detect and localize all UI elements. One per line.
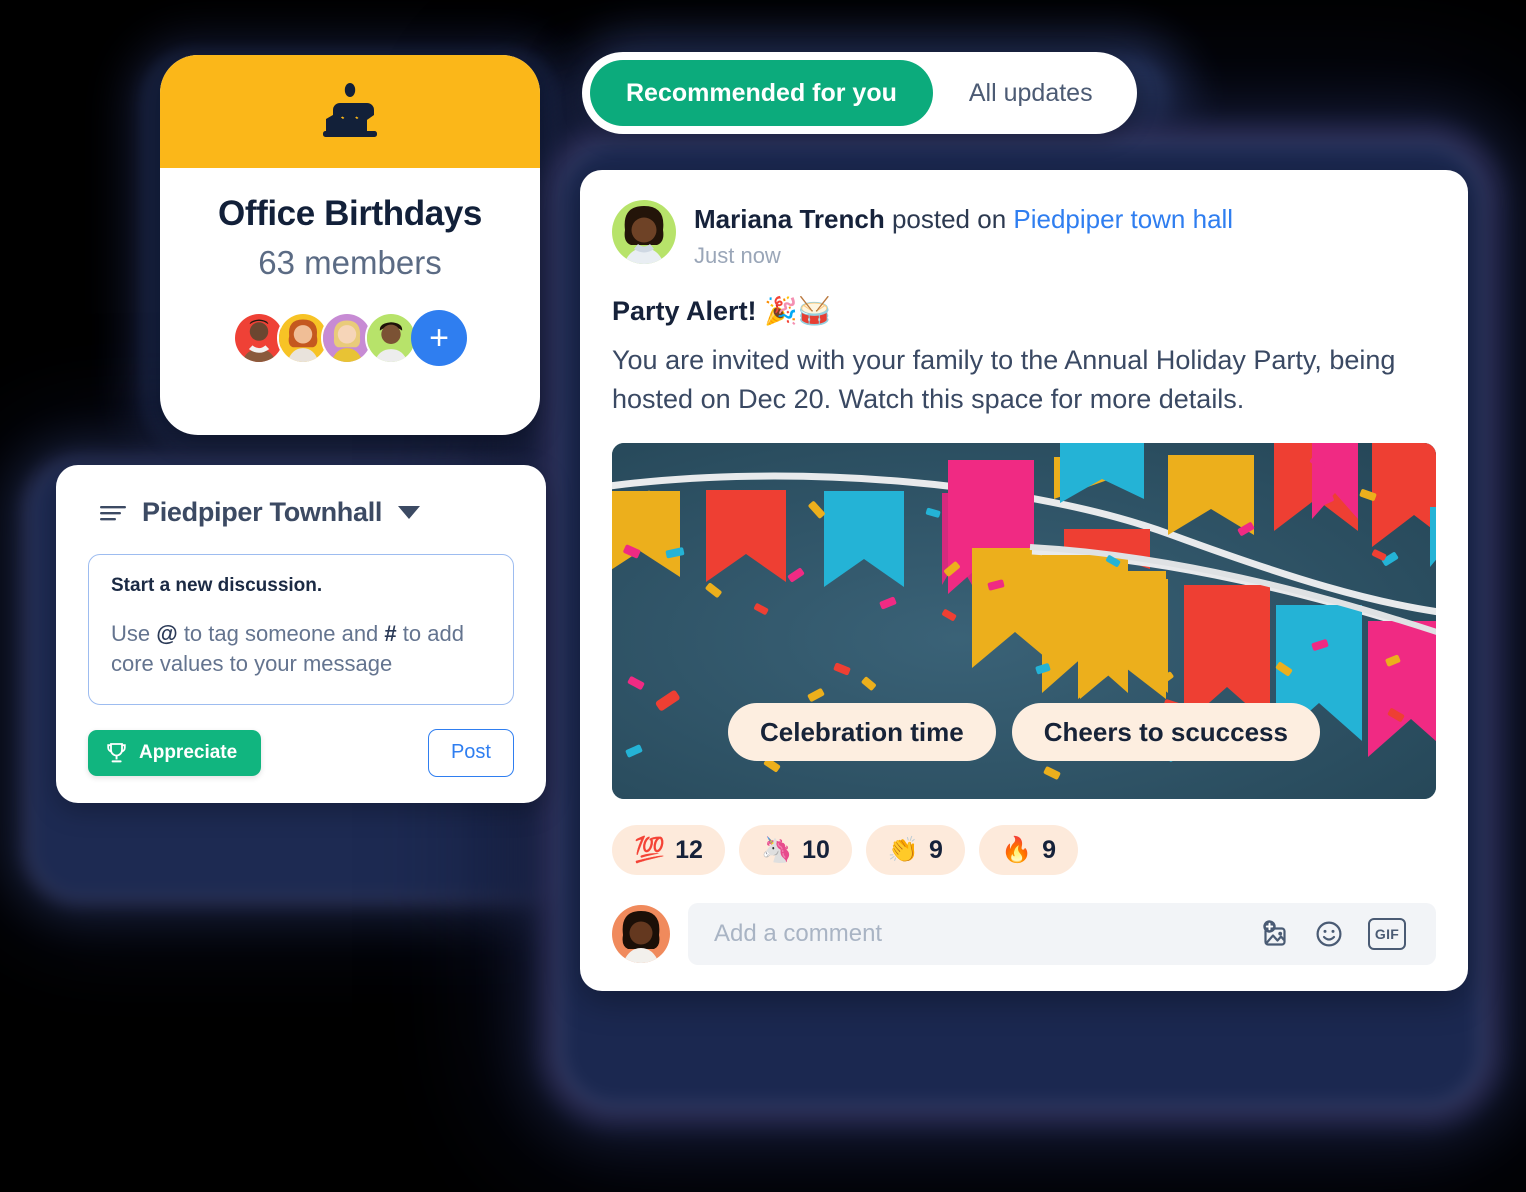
comment-placeholder: Add a comment (714, 920, 883, 948)
reaction-clap-emoji: 👏 (887, 835, 920, 864)
composer-header[interactable]: Piedpiper Townhall (56, 465, 546, 528)
banner-button-cheers-to-success[interactable]: Cheers to scuccess (1011, 703, 1320, 762)
chevron-down-icon[interactable] (398, 506, 421, 519)
post-reactions: 💯 12 🦄 10 👏 9 🔥 9 (580, 799, 1468, 876)
comment-input[interactable]: Add a comment GIF (688, 903, 1436, 966)
reaction-hundred-emoji: 💯 (634, 835, 666, 864)
post-meta: Mariana Trench posted on Piedpiper town … (694, 200, 1233, 269)
post-posted-on: posted on (884, 204, 1014, 234)
post-header: Mariana Trench posted on Piedpiper town … (580, 170, 1468, 269)
post-timestamp: Just now (694, 243, 781, 269)
current-user-avatar[interactable] (612, 905, 670, 964)
birthday-cake-icon (323, 82, 377, 137)
discussion-heading: Start a new discussion. (111, 575, 323, 596)
post-meta-line: Mariana Trench posted on Piedpiper town … (694, 200, 1233, 235)
discussion-hint: Use @ to tag someone and # to add core v… (111, 619, 491, 680)
birthday-member-avatars[interactable]: + (160, 310, 540, 366)
reaction-unicorn[interactable]: 🦄 10 (738, 825, 852, 876)
hamburger-icon[interactable] (100, 504, 126, 522)
discussion-input[interactable]: Start a new discussion. Use @ to tag som… (88, 554, 514, 705)
feed-tabs: Recommended for you All updates (582, 52, 1137, 134)
townhall-composer-card: Piedpiper Townhall Start a new discussio… (56, 465, 546, 803)
member-avatar-4[interactable] (365, 312, 417, 364)
banner-buttons: Celebration time Cheers to scuccess (612, 703, 1436, 762)
post-button[interactable]: Post (427, 728, 514, 777)
composer-title: Piedpiper Townhall (142, 497, 383, 527)
reaction-clap[interactable]: 👏 9 (865, 825, 965, 876)
reaction-unicorn-emoji: 🦄 (760, 835, 793, 864)
add-image-icon[interactable] (1260, 919, 1290, 949)
post-title: Party Alert! 🎉🥁 (612, 296, 832, 327)
reaction-clap-count: 9 (929, 835, 943, 864)
comment-composer: Add a comment GIF (580, 875, 1468, 975)
party-bunting-banner[interactable]: Celebration time Cheers to scuccess (612, 443, 1436, 800)
tab-recommended-for-you[interactable]: Recommended for you (590, 60, 933, 126)
emoji-icon[interactable] (1314, 919, 1344, 949)
reaction-hundred-count: 12 (675, 835, 703, 864)
banner-button-celebration-time[interactable]: Celebration time (728, 703, 996, 762)
composer-actions: Appreciate Post (56, 705, 546, 777)
reaction-unicorn-count: 10 (802, 835, 830, 864)
birthday-card-title: Office Birthdays (218, 194, 482, 233)
hint-prefix: Use (111, 621, 157, 646)
trophy-icon (107, 742, 126, 763)
hint-hash-token: # (384, 621, 397, 646)
office-birthdays-card[interactable]: Office Birthdays 63 members + (160, 55, 540, 435)
author-avatar[interactable] (612, 200, 676, 264)
post-space-link[interactable]: Piedpiper town hall (1013, 204, 1233, 234)
appreciate-button[interactable]: Appreciate (88, 729, 262, 776)
hint-at-token: @ (156, 621, 178, 646)
birthday-card-header (160, 55, 540, 168)
add-member-button[interactable]: + (411, 310, 467, 366)
tab-all-updates[interactable]: All updates (933, 60, 1129, 126)
comment-toolbar: GIF (1260, 918, 1416, 951)
reaction-fire-emoji: 🔥 (1000, 835, 1033, 864)
post-card: Mariana Trench posted on Piedpiper town … (580, 170, 1468, 992)
appreciate-label: Appreciate (139, 741, 238, 763)
reaction-fire[interactable]: 🔥 9 (978, 825, 1078, 876)
hint-mid: to tag someone and (177, 621, 385, 646)
post-body: You are invited with your family to the … (612, 345, 1396, 415)
post-author-name[interactable]: Mariana Trench (694, 204, 885, 234)
birthday-card-body: Office Birthdays 63 members + (160, 168, 540, 366)
birthday-card-member-count: 63 members (258, 244, 442, 281)
reaction-fire-count: 9 (1042, 835, 1056, 864)
reaction-hundred[interactable]: 💯 12 (612, 825, 725, 876)
gif-icon[interactable]: GIF (1368, 918, 1406, 951)
